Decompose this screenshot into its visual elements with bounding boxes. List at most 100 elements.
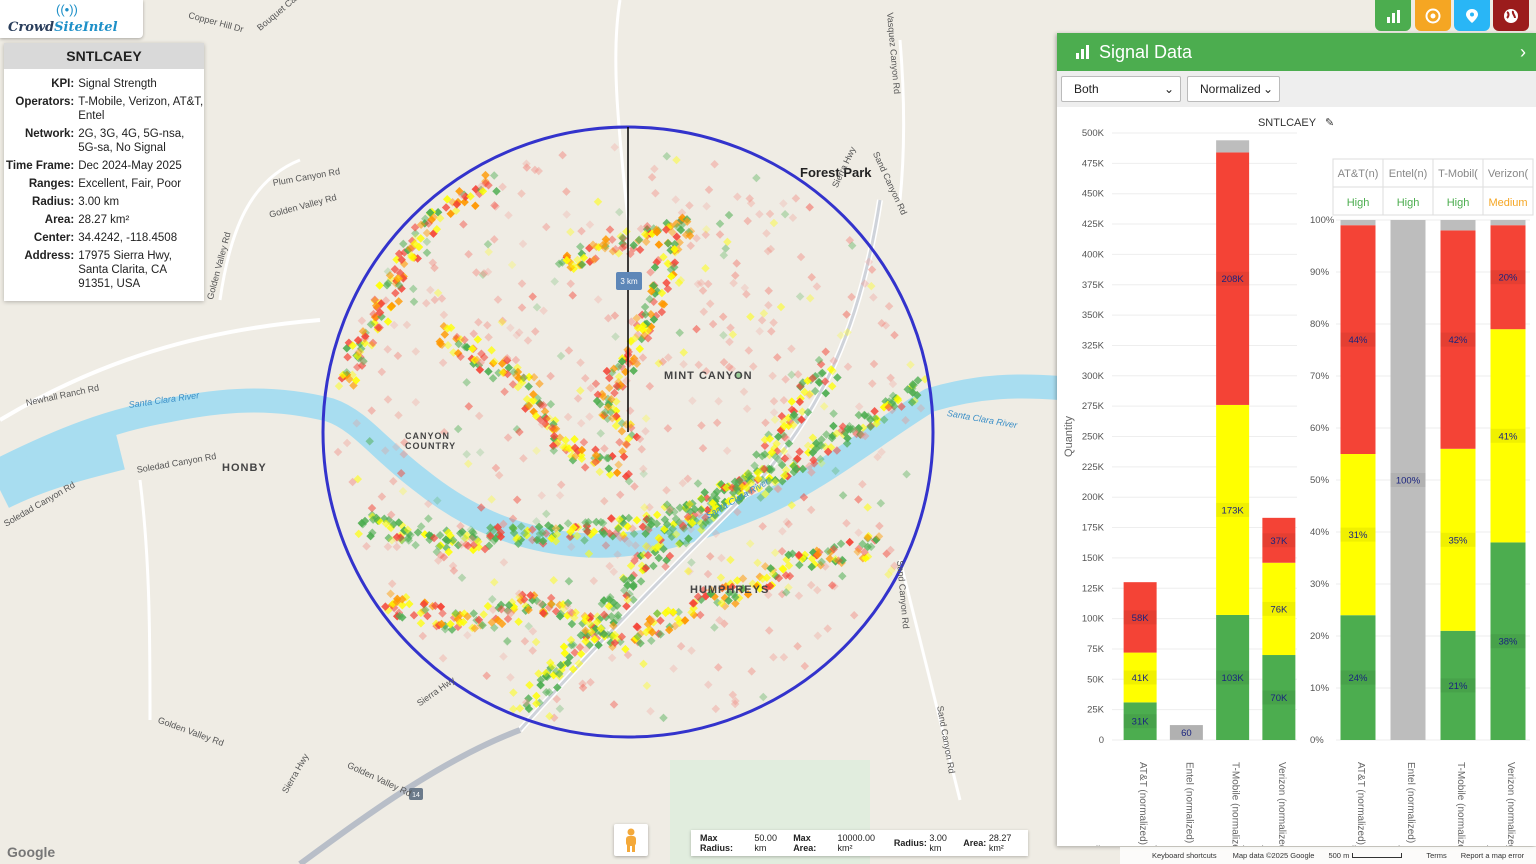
x-category-label: Entel (normalized) [1405, 762, 1416, 843]
legend-label: Excellent [1074, 845, 1115, 846]
x-category-label: T-Mobile (normalized) [1455, 762, 1466, 846]
site-info-table: KPI: Signal Strength Operators: T-Mobile, V… [6, 75, 204, 293]
chart-site-title: SNTLCAEY [1258, 117, 1317, 129]
bar-value-label: 37K [1270, 536, 1288, 547]
map-footer: Keyboard shortcuts Map data ©2025 Google… [1120, 847, 1536, 864]
bar-value-label: 20% [1498, 273, 1518, 284]
y-tick-label: 375K [1082, 280, 1105, 291]
scale-select[interactable]: Normalized ⌄ [1187, 76, 1280, 102]
info-row: KPI: Signal Strength [6, 75, 204, 93]
legend-label: No Signal [1220, 845, 1263, 846]
y-tick-label: 300K [1082, 371, 1105, 382]
y-tick-label: 60% [1310, 423, 1330, 434]
info-row: Network: 2G, 3G, 4G, 5G-nsa, 5G-sa, No Si… [6, 125, 204, 157]
bar-segment [1216, 140, 1250, 153]
rating-label: High [1397, 197, 1420, 209]
bar-value-label: 100% [1396, 476, 1421, 487]
panel-title: Signal Data [1099, 41, 1193, 62]
column-header: AT&T(n) [1338, 168, 1379, 180]
site-name: SNTLCAEY [4, 43, 204, 69]
chevron-down-icon: ⌄ [1163, 82, 1174, 96]
info-key: Operators: [15, 96, 75, 108]
y-tick-label: 50K [1087, 674, 1105, 685]
y-tick-label: 25K [1087, 705, 1105, 716]
y-tick-label: 425K [1082, 219, 1105, 230]
y-tick-label: 100K [1082, 614, 1105, 625]
mode-select[interactable]: Both ⌄ [1061, 76, 1181, 102]
info-row: Address: 17975 Sierra Hwy, Santa Clarita,… [6, 247, 204, 293]
bar-value-label: 60 [1181, 728, 1192, 739]
rating-label: Medium [1488, 197, 1527, 209]
bar-value-label: 58K [1132, 613, 1150, 624]
target-button[interactable] [1415, 0, 1451, 31]
chevron-down-icon: ⌄ [1262, 82, 1273, 96]
info-row: Operators: T-Mobile, Verizon, AT&T, Entel [6, 93, 204, 125]
keyboard-shortcuts-link[interactable]: Keyboard shortcuts [1152, 851, 1217, 860]
terms-link[interactable]: Terms [1426, 851, 1446, 860]
edit-icon: ✎ [1325, 117, 1334, 129]
bar-value-label: 41K [1132, 673, 1150, 684]
logo[interactable]: ((•)) CrowdSiteIntel [0, 0, 143, 38]
bar-segment [1440, 220, 1476, 231]
x-category-label: Verizon (normalized) [1276, 762, 1287, 846]
location-button[interactable] [1454, 0, 1490, 31]
bar-segment [1490, 220, 1526, 226]
google-logo[interactable]: Google [7, 844, 55, 860]
map-label: HONBY [222, 462, 267, 474]
bar-value-label: 44% [1348, 335, 1368, 346]
bar-value-label: 103K [1222, 673, 1245, 684]
info-key: Radius: [32, 196, 75, 208]
report-error-link[interactable]: Report a map error [1461, 851, 1524, 860]
scale-label[interactable]: 500 m [1328, 851, 1349, 860]
bar-value-label: 41% [1498, 431, 1518, 442]
info-row: Radius: 3.00 km [6, 193, 204, 211]
bar-value-label: 208K [1222, 274, 1245, 285]
y-tick-label: 90% [1310, 267, 1330, 278]
info-key: KPI: [51, 78, 75, 90]
map-data-label: Map data ©2025 Google [1232, 851, 1315, 860]
y-tick-label: 275K [1082, 401, 1105, 412]
bar-value-label: 31K [1132, 717, 1150, 728]
map-label: CANYON COUNTRY [405, 431, 457, 451]
bar-value-label: 76K [1270, 604, 1288, 615]
x-category-label: AT&T (normalized) [1137, 762, 1148, 845]
bar-chart-icon [1387, 9, 1400, 23]
y-tick-label: 100% [1310, 215, 1335, 226]
y-tick-label: 475K [1082, 158, 1105, 169]
y-tick-label: 30% [1310, 579, 1330, 590]
info-value: 28.27 km² [78, 214, 130, 226]
site-info-panel: SNTLCAEY KPI: Signal Strength Operators: T-… [4, 43, 204, 301]
info-key: Address: [24, 250, 75, 262]
bar-value-label: 24% [1348, 673, 1368, 684]
bar-segment [1340, 220, 1376, 226]
pegman-icon [626, 828, 636, 852]
highway-shield-label: 14 [412, 792, 420, 799]
y-tick-label: 50% [1310, 475, 1330, 486]
bar-value-label: 173K [1222, 505, 1245, 516]
info-value: 17975 Sierra Hwy, Santa Clarita, CA 9135… [78, 250, 172, 290]
map-pin-icon [1466, 8, 1478, 23]
panel-controls: Both ⌄ Normalized ⌄ [1057, 71, 1536, 107]
target-icon [1425, 8, 1441, 23]
collapse-chevron-icon[interactable]: › [1520, 42, 1526, 63]
info-key: Ranges: [28, 178, 75, 190]
column-header: Entel(n) [1389, 168, 1428, 180]
legend-label: No Signal [1464, 845, 1507, 846]
y-tick-label: 0 [1099, 735, 1104, 746]
legend-label: Fair [1143, 845, 1161, 846]
map-label: HUMPHREYS [690, 584, 770, 596]
app: 3 km 14 Copper Hill DrBouquet Canyon RdV… [0, 0, 1536, 864]
bar-value-label: 35% [1448, 535, 1468, 546]
info-value: Signal Strength [78, 78, 157, 90]
bar-value-label: 42% [1448, 335, 1468, 346]
y-tick-label: 250K [1082, 432, 1105, 443]
legend-label: Fair [1386, 845, 1404, 846]
y-tick-label: 0% [1310, 735, 1324, 746]
chart-button[interactable] [1375, 0, 1411, 31]
y-tick-label: 70% [1310, 371, 1330, 382]
street-view-pegman[interactable] [614, 824, 648, 856]
info-row: Time Frame: Dec 2024-May 2025 [6, 157, 204, 175]
bar-value-label: 21% [1448, 681, 1468, 692]
globe-button[interactable] [1493, 0, 1529, 31]
bar-value-label: 38% [1498, 637, 1518, 648]
